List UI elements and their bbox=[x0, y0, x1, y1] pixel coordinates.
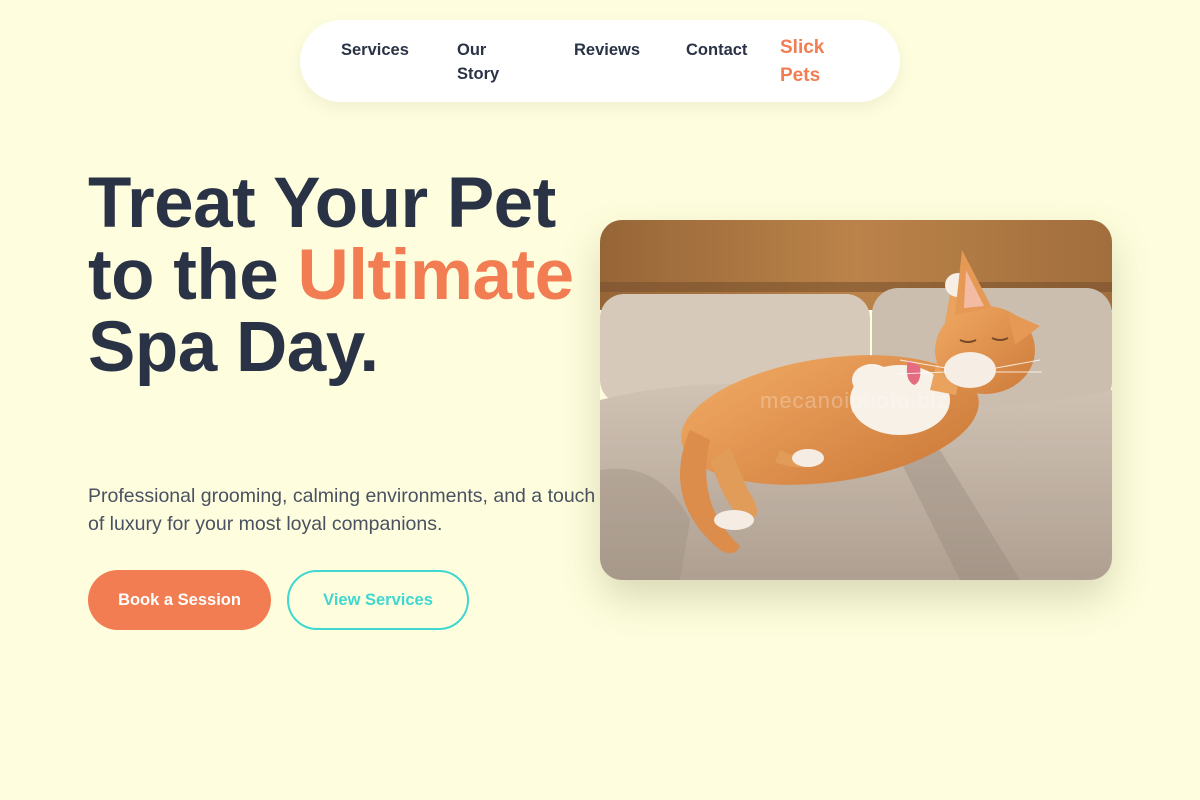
top-nav: Services Our Story Reviews Contact Slick… bbox=[300, 20, 900, 102]
nav-link-reviews[interactable]: Reviews bbox=[574, 38, 640, 62]
nav-link-services[interactable]: Services bbox=[341, 38, 409, 62]
book-session-button[interactable]: Book a Session bbox=[88, 570, 271, 630]
hero-subtitle: Professional grooming, calming environme… bbox=[88, 485, 596, 535]
hero-title-part2: Spa Day. bbox=[88, 308, 379, 387]
view-services-button[interactable]: View Services bbox=[287, 570, 469, 630]
hero-title: Treat Your Pet to the Ultimate Spa Day. bbox=[88, 168, 608, 384]
brand-logo[interactable]: Slick Pets bbox=[780, 34, 850, 90]
nav-link-contact[interactable]: Contact bbox=[686, 38, 747, 62]
nav-link-our-story[interactable]: Our Story bbox=[457, 38, 517, 86]
cat-illustration bbox=[600, 220, 1112, 580]
hero-title-accent: Ultimate bbox=[297, 236, 574, 315]
hero-cat-image: mecanoiphoto.biz bbox=[600, 220, 1112, 580]
